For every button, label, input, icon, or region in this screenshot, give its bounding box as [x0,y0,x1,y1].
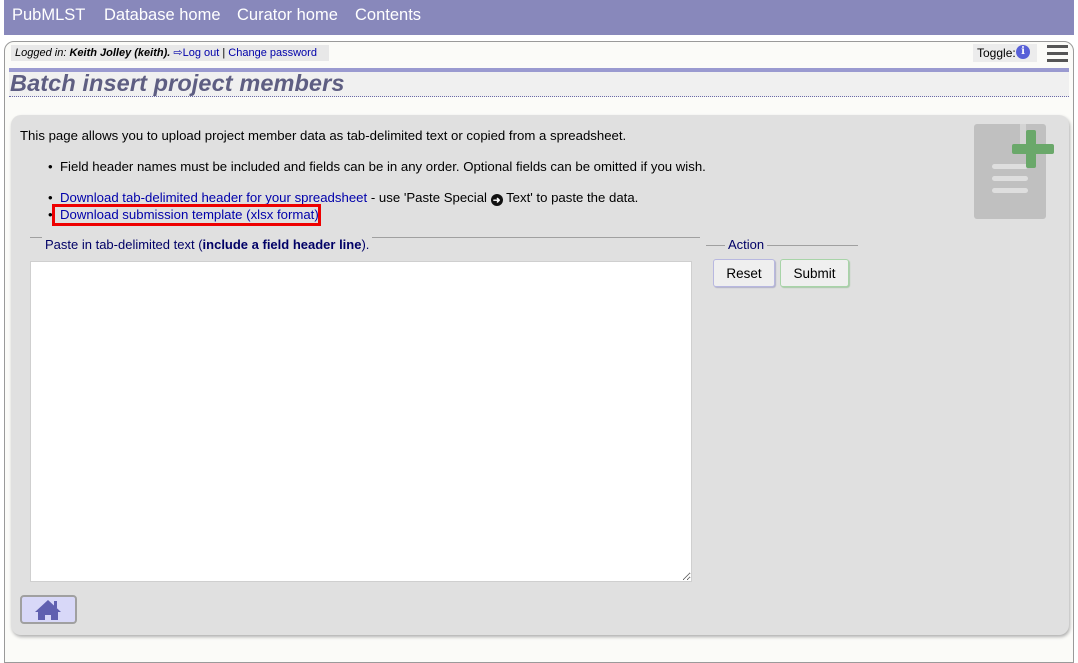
user-name: Keith Jolley (keith). [69,47,171,59]
logout-link[interactable]: ⇨Log out [173,47,219,59]
legend-bold-text: include a field header line [202,237,362,252]
toggle-label: Toggle: [977,46,1016,60]
intro-text: This page allows you to upload project m… [20,128,627,143]
action-legend: Action [725,237,768,252]
bullet-dot: • [48,190,53,205]
bullet-text: - use 'Paste Special [367,190,491,205]
bullet-text: Field header names must be included and … [60,159,706,174]
info-toggle-icon[interactable]: i [1016,45,1030,59]
logout-icon: ⇨ [173,47,183,59]
top-menu-bar: PubMLST Database home Curator home Conte… [4,0,1074,35]
list-item: • Field header names must be included an… [48,159,706,174]
paste-legend: Paste in tab-delimited text (include a f… [42,237,373,252]
legend-text: ). [361,237,370,252]
document-add-icon [974,124,1054,219]
hamburger-menu-icon[interactable] [1047,45,1068,63]
menu-contents[interactable]: Contents [355,6,421,25]
bullet-dot: • [48,159,53,174]
logout-label: Log out [182,47,220,59]
menu-curator-home[interactable]: Curator home [237,6,338,25]
page-title: Batch insert project members [10,70,345,96]
session-bar: Logged in: Keith Jolley (keith). ⇨Log ou… [11,45,329,61]
home-icon [35,600,61,620]
bullet-text: Text' to paste the data. [502,190,639,205]
separator: | [222,47,226,59]
reset-button[interactable]: Reset [713,259,775,287]
home-button[interactable] [20,595,77,624]
highlight-box [52,204,321,226]
logged-in-label: Logged in: [15,47,67,59]
paste-textarea[interactable] [30,261,692,582]
menu-database-home[interactable]: Database home [104,6,221,25]
download-header-link[interactable]: Download tab-delimited header for your s… [60,190,367,205]
arrow-right-icon: ➜ [490,194,503,206]
menu-pubmlst[interactable]: PubMLST [12,6,85,25]
submit-button[interactable]: Submit [780,259,849,287]
change-password-link[interactable]: Change password [228,47,317,59]
legend-text: Paste in tab-delimited text ( [45,237,203,252]
